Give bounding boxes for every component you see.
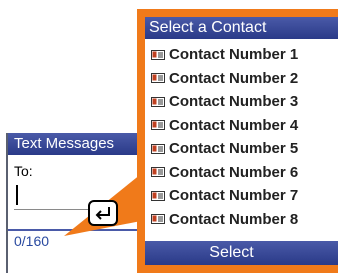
contact-item[interactable]: Contact Number 1 xyxy=(145,43,338,67)
enter-arrow-icon xyxy=(95,207,110,220)
contact-card-icon xyxy=(151,167,165,178)
contact-label: Contact Number 6 xyxy=(169,163,299,181)
contact-card-icon xyxy=(151,190,165,201)
contact-label: Contact Number 2 xyxy=(169,69,299,87)
contact-item[interactable]: Contact Number 5 xyxy=(145,137,338,161)
popup-title: Select a Contact xyxy=(145,17,338,39)
contact-item[interactable]: Contact Number 8 xyxy=(145,208,338,232)
contact-card-icon xyxy=(151,96,165,107)
contact-card-icon xyxy=(151,49,165,60)
contact-label: Contact Number 7 xyxy=(169,187,299,205)
contact-card-icon xyxy=(151,214,165,225)
contact-label: Contact Number 1 xyxy=(169,46,299,64)
select-softkey[interactable]: Select xyxy=(145,241,338,265)
contact-item[interactable]: Contact Number 4 xyxy=(145,114,338,138)
contact-item[interactable]: Contact Number 3 xyxy=(145,90,338,114)
contact-popup-body: Select a Contact Contact Number 1 Contac… xyxy=(145,17,338,265)
contact-card-icon xyxy=(151,73,165,84)
contact-label: Contact Number 3 xyxy=(169,93,299,111)
contact-label: Contact Number 8 xyxy=(169,210,299,228)
contact-item[interactable]: Contact Number 6 xyxy=(145,161,338,185)
contact-popup: Select a Contact Contact Number 1 Contac… xyxy=(137,9,338,273)
contact-card-icon xyxy=(151,120,165,131)
enter-key-button[interactable] xyxy=(88,200,118,226)
contact-list: Contact Number 1 Contact Number 2 Contac… xyxy=(145,43,338,231)
contact-card-icon xyxy=(151,143,165,154)
contact-item[interactable]: Contact Number 2 xyxy=(145,67,338,91)
contact-label: Contact Number 5 xyxy=(169,140,299,158)
contact-item[interactable]: Contact Number 7 xyxy=(145,184,338,208)
contact-label: Contact Number 4 xyxy=(169,116,299,134)
